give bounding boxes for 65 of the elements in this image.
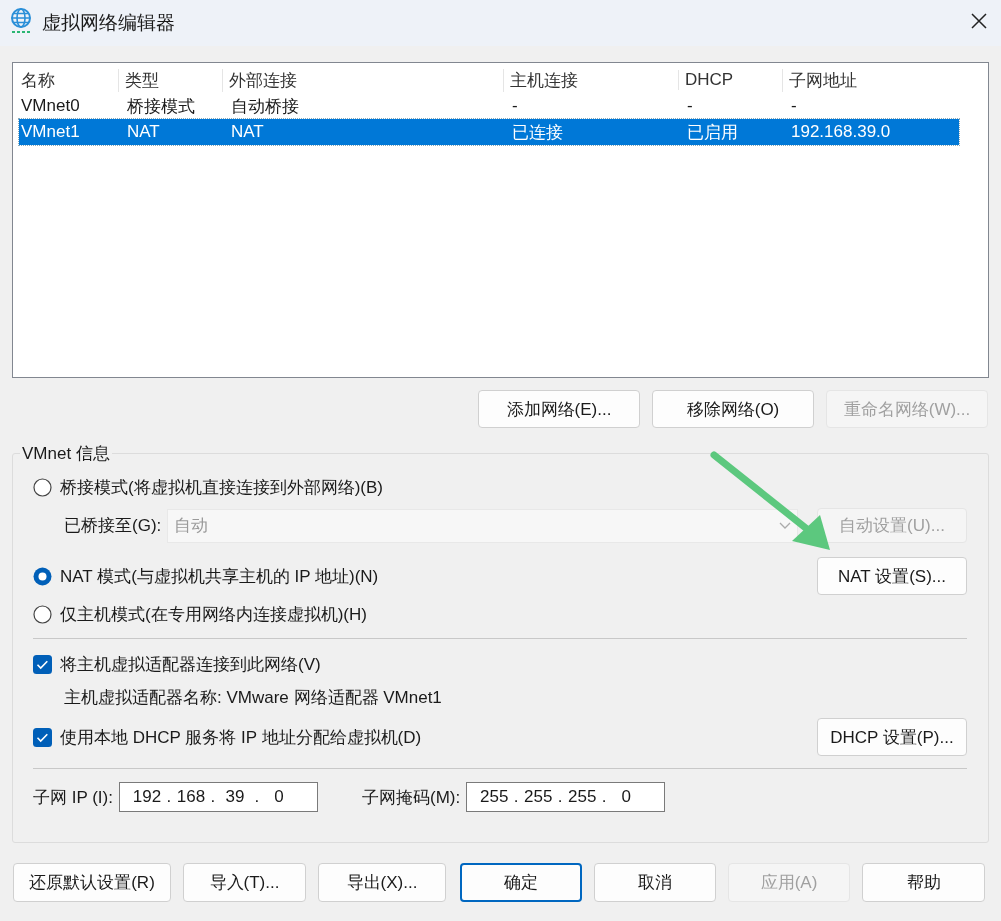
octet-value: 39 (224, 787, 246, 807)
octet-separator: . (165, 787, 173, 807)
dialog-button[interactable]: 取消 (594, 863, 716, 902)
radio-label: 桥接模式(将虚拟机直接连接到外部网络)(B) (60, 477, 383, 499)
octet-value: 255 (479, 787, 510, 807)
window-title: 虚拟网络编辑器 (42, 11, 175, 35)
octet-separator: . (512, 787, 520, 807)
table-cell-text: - (686, 96, 694, 116)
dropdown-value: 自动 (174, 515, 209, 537)
radio-button[interactable] (33, 605, 52, 624)
globe-icon (10, 7, 32, 34)
octet-separator: . (253, 787, 261, 807)
radio-label: NAT 模式(与虚拟机共享主机的 IP 地址)(N) (60, 565, 379, 588)
octet-value: 255 (567, 787, 598, 807)
octet-value: 0 (273, 787, 285, 807)
octet-value: 255 (523, 787, 554, 807)
dialog-button[interactable]: 帮助 (862, 863, 985, 902)
octet-separator: . (600, 787, 608, 807)
octet-value: 192 (131, 787, 163, 807)
octet-value: 168 (175, 787, 207, 807)
column-header[interactable]: 类型 (118, 68, 229, 92)
table-cell-text: 已启用 (686, 121, 739, 144)
column-header[interactable]: 子网地址 (782, 68, 959, 92)
radio-button[interactable] (33, 566, 52, 586)
checkbox-label: 使用本地 DHCP 服务将 IP 地址分配给虚拟机(D) (60, 726, 422, 749)
column-header[interactable]: DHCP (678, 70, 789, 90)
close-icon[interactable] (971, 12, 987, 29)
radio-label: 仅主机模式(在专用网络内连接虚拟机)(H) (60, 604, 367, 626)
field-label: 子网掩码(M): (362, 786, 461, 809)
field-label: 子网 IP (I): (33, 786, 113, 809)
table-cell-text: VMnet0 (20, 96, 81, 116)
dialog-button[interactable]: 确定 (460, 863, 582, 902)
network-button[interactable]: 添加网络(E)... (478, 390, 640, 428)
octet-separator: . (209, 787, 217, 807)
column-header[interactable]: 外部连接 (222, 68, 510, 92)
octet-value: 0 (620, 787, 632, 807)
checkbox[interactable] (33, 655, 52, 674)
dialog-button[interactable]: 导入(T)... (183, 863, 306, 902)
octet-separator: . (556, 787, 564, 807)
dhcp-settings-button[interactable]: DHCP 设置(P)... (817, 718, 967, 756)
dialog-button[interactable]: 导出(X)... (318, 863, 446, 902)
subnet-ip-field[interactable]: 192 . 168 . 39 . 0 (119, 782, 318, 812)
checkbox-label: 将主机虚拟适配器连接到此网络(V) (60, 654, 321, 676)
field-label: 已桥接至(G): (64, 515, 162, 537)
radio-button[interactable] (33, 478, 52, 497)
column-header[interactable]: 主机连接 (503, 68, 685, 92)
group-title: VMnet 信息 (20, 442, 112, 465)
chevron-down-icon (779, 521, 792, 530)
checkbox[interactable] (33, 727, 52, 747)
table-cell-text: NAT (230, 122, 265, 142)
table-cell-text: 已连接 (511, 121, 564, 144)
nat-settings-button[interactable]: NAT 设置(S)... (817, 557, 967, 595)
table-cell-text: - (790, 96, 798, 116)
table-cell-text: VMnet1 (20, 122, 81, 142)
adapter-name-text: 主机虚拟适配器名称: VMware 网络适配器 VMnet1 (64, 687, 443, 709)
table-cell-text: 192.168.39.0 (790, 122, 892, 142)
subnet-mask-field[interactable]: 255 . 255 . 255 . 0 (466, 782, 666, 812)
table-cell-text: 桥接模式 (126, 95, 196, 118)
table-row[interactable]: VMnet1 NAT NAT 已连接 已启用 192.168.39.0 (19, 119, 959, 145)
dialog-button[interactable]: 还原默认设置(R) (13, 863, 171, 902)
table-row[interactable]: VMnet0 桥接模式 自动桥接 - - - (19, 93, 959, 119)
table-cell-text: - (511, 96, 519, 116)
table-cell-text: 自动桥接 (230, 95, 300, 118)
table-cell-text: NAT (126, 122, 161, 142)
network-button[interactable]: 移除网络(O) (652, 390, 814, 428)
